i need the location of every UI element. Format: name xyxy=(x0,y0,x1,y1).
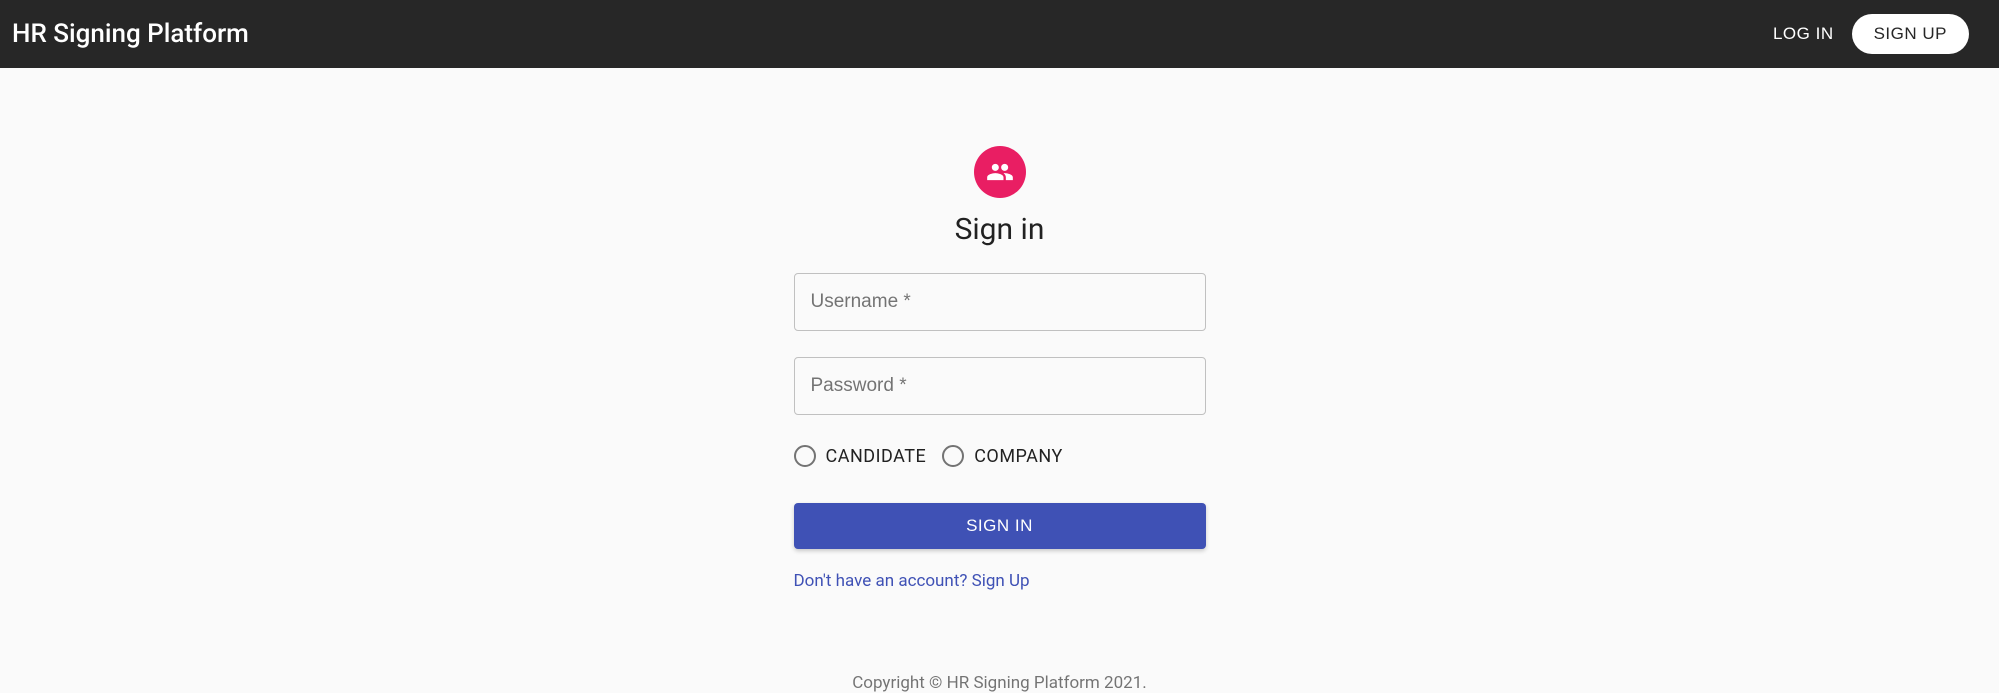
radio-candidate[interactable]: CANDIDATE xyxy=(794,445,927,467)
footer-copyright: Copyright © HR Signing Platform 2021. xyxy=(852,673,1147,693)
username-wrapper xyxy=(794,273,1206,331)
app-title: HR Signing Platform xyxy=(12,19,249,49)
role-radio-group: CANDIDATE COMPANY xyxy=(794,445,1206,467)
radio-candidate-label: CANDIDATE xyxy=(826,446,927,467)
radio-icon xyxy=(794,445,816,467)
signin-submit-button[interactable]: SIGN IN xyxy=(794,503,1206,549)
signin-form: CANDIDATE COMPANY SIGN IN Don't have an … xyxy=(794,273,1206,591)
people-icon xyxy=(986,158,1014,186)
username-input[interactable] xyxy=(794,273,1206,331)
radio-company[interactable]: COMPANY xyxy=(942,445,1063,467)
main-content: Sign in CANDIDATE COMPANY SIGN IN Don't … xyxy=(0,68,1999,693)
signup-button[interactable]: SIGN UP xyxy=(1852,14,1969,54)
header-actions: LOG IN SIGN UP xyxy=(1773,14,1969,54)
app-header: HR Signing Platform LOG IN SIGN UP xyxy=(0,0,1999,68)
login-button[interactable]: LOG IN xyxy=(1773,24,1834,44)
password-wrapper xyxy=(794,357,1206,415)
avatar-circle xyxy=(974,146,1026,198)
radio-icon xyxy=(942,445,964,467)
signin-title: Sign in xyxy=(955,212,1045,247)
password-input[interactable] xyxy=(794,357,1206,415)
radio-company-label: COMPANY xyxy=(974,446,1063,467)
signup-link[interactable]: Don't have an account? Sign Up xyxy=(794,571,1206,591)
